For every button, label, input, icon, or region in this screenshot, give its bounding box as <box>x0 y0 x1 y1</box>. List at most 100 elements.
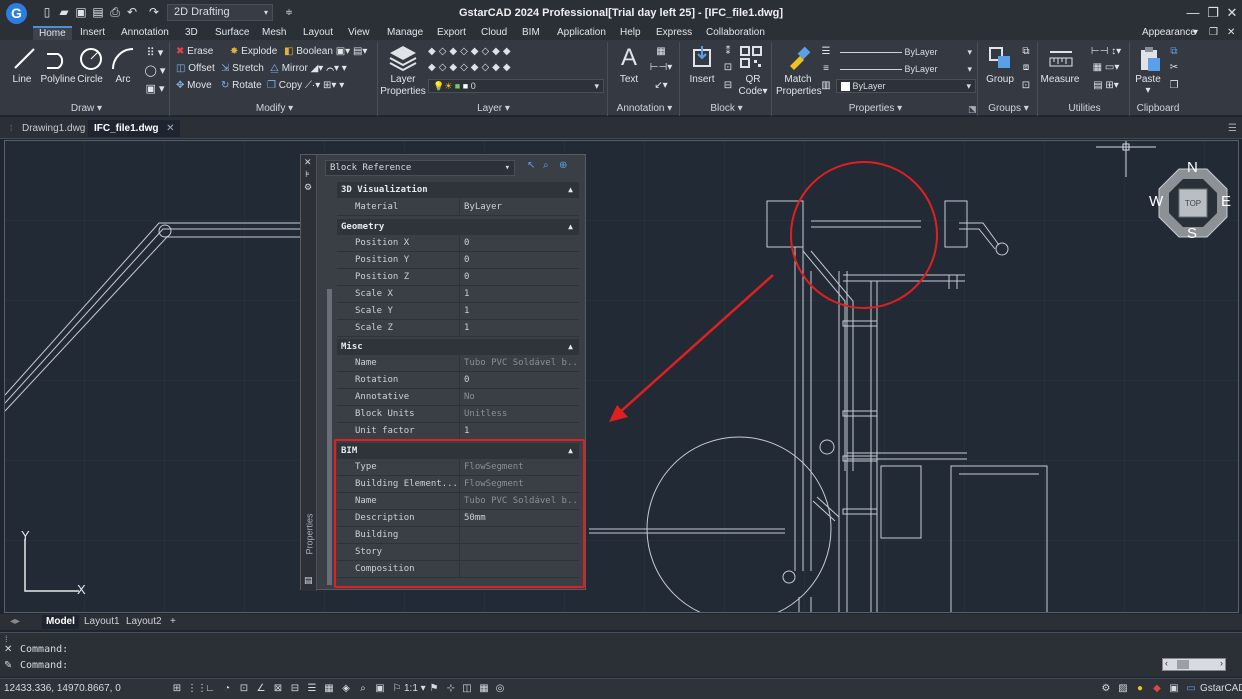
arc-button[interactable]: Arc <box>108 74 138 85</box>
settings-icon[interactable]: ⚙ <box>304 182 312 193</box>
drawing-canvas[interactable]: N S E W TOP Y X <box>4 140 1239 613</box>
match-properties-button[interactable]: Match Properties <box>776 74 822 98</box>
customize-icon[interactable]: ≑ <box>282 6 296 19</box>
prop-row-unit-factor[interactable]: Unit factor 1 <box>337 423 579 440</box>
block-panel-label[interactable]: Block ▾ <box>682 103 771 114</box>
customize-status-icon[interactable]: ▣ <box>1168 683 1180 695</box>
tab-cloud[interactable]: Cloud <box>481 26 507 40</box>
layer-panel-label[interactable]: Layer ▾ <box>380 103 607 114</box>
model-space-icon[interactable]: ▣ <box>374 683 386 695</box>
prop-row-scale-y[interactable]: Scale Y 1 <box>337 303 579 320</box>
osnap-icon[interactable]: ⊡ <box>238 683 250 695</box>
properties-panel-label[interactable]: Properties ▾ <box>774 103 977 114</box>
workspace-icon[interactable]: ⊹ <box>445 683 457 695</box>
zoom-icon[interactable]: ⌕ <box>357 683 369 695</box>
app-status-icon[interactable]: ▭ <box>1185 683 1197 695</box>
chevron-left-icon[interactable]: ‹ <box>1165 658 1168 668</box>
explode-button[interactable]: ✸ Explode <box>230 46 277 57</box>
print-icon[interactable]: ⎙ <box>108 6 122 19</box>
utilities-row-3[interactable]: ▤ ⊞▾ <box>1086 80 1126 91</box>
hatch-icon[interactable]: ⠿ ▾ <box>142 46 168 59</box>
chevron-right-icon[interactable]: › <box>1220 658 1223 668</box>
tab-view[interactable]: View <box>348 26 370 40</box>
chevron-down-icon[interactable]: ▾ <box>1193 26 1198 40</box>
table-icon[interactable]: ▦ <box>648 46 674 57</box>
tab-application[interactable]: Application <box>557 26 606 40</box>
workspace-dropdown[interactable]: 2D Drafting ▾ <box>167 4 273 21</box>
stretch-button[interactable]: ⇲ Stretch <box>221 63 264 74</box>
insert-button[interactable]: Insert <box>686 74 718 85</box>
cut-icon[interactable]: ✂ <box>1166 62 1182 73</box>
command-scrollbar[interactable]: ‹ › <box>1162 658 1226 671</box>
quick-select-icon[interactable]: ⌕ <box>543 160 549 171</box>
tab-surface[interactable]: Surface <box>215 26 249 40</box>
view-cube[interactable]: N S E W TOP <box>1149 159 1231 242</box>
tab-export[interactable]: Export <box>437 26 466 40</box>
text-button[interactable]: Text <box>616 74 642 85</box>
annotation-autoscale-icon[interactable]: ⚑ <box>428 683 440 695</box>
palette-scrollbar[interactable] <box>327 289 332 585</box>
cmd-close-icon[interactable]: ✕ <box>4 644 12 655</box>
rectangle-icon[interactable]: ▣ ▾ <box>142 82 168 95</box>
open-icon[interactable]: ▰ <box>57 6 71 19</box>
close-button[interactable]: ✕ <box>1222 4 1242 22</box>
restore-button[interactable]: ❐ <box>1203 4 1223 22</box>
layer-properties-button[interactable]: Layer Properties <box>380 74 426 98</box>
selection-cycle-icon[interactable]: ◈ <box>340 683 352 695</box>
boolean-button[interactable]: ◧ Boolean ▣▾ ▤▾ <box>284 46 367 57</box>
tab-layout1[interactable]: Layout1 <box>80 615 124 629</box>
notification-icon[interactable]: ◆ <box>1151 683 1163 695</box>
prop-row-name[interactable]: Name Tubo PVC Soldável b... <box>337 355 579 372</box>
lightbulb-icon[interactable]: ● <box>1134 683 1146 695</box>
paste-button[interactable]: Paste ▾ <box>1132 74 1164 96</box>
tab-mesh[interactable]: Mesh <box>262 26 286 40</box>
otrack-icon[interactable]: ∠ <box>255 683 267 695</box>
copy-clip-icon[interactable]: ⧉ <box>1166 46 1182 57</box>
tab-model[interactable]: Model <box>42 615 79 629</box>
color-dropdown[interactable]: ByLayer ▾ <box>836 79 976 93</box>
transparency-icon[interactable]: ▦ <box>323 683 335 695</box>
move-button[interactable]: ✥ Move <box>176 80 212 91</box>
tab-manage[interactable]: Manage <box>387 26 423 40</box>
scroll-thumb[interactable] <box>1177 660 1189 669</box>
lineweight-dropdown[interactable]: ByLayer ▾ <box>836 46 976 60</box>
leader-icon[interactable]: ↙▾ <box>646 80 676 91</box>
layer-dropdown[interactable]: 💡☀ ■ ■ 0 ▾ <box>428 79 604 93</box>
close-tab-icon[interactable]: ✕ <box>166 120 174 137</box>
utilities-row-1[interactable]: ⊢⊣ ↕▾ <box>1086 46 1126 57</box>
tabs-menu-icon[interactable]: ☰ <box>1222 120 1242 137</box>
appearance-menu[interactable]: Appearance <box>1142 26 1196 40</box>
prop-row-scale-z[interactable]: Scale Z 1 <box>337 320 579 337</box>
prop-row-position-x[interactable]: Position X 0 <box>337 235 579 252</box>
palette-menu-icon[interactable]: ▤ <box>304 575 313 586</box>
tab-help[interactable]: Help <box>620 26 641 40</box>
pickadd-icon[interactable]: ⊕ <box>559 160 567 171</box>
ellipse-icon[interactable]: ◯ ▾ <box>142 64 168 77</box>
prop-row-scale-x[interactable]: Scale X 1 <box>337 286 579 303</box>
group-select-icon[interactable]: ⊡ <box>1018 80 1034 91</box>
prop-row-annotative[interactable]: Annotative No <box>337 389 579 406</box>
new-icon[interactable]: ▯ <box>40 6 54 19</box>
table-toggle-icon[interactable]: ▦ <box>478 683 490 695</box>
section-geometry[interactable]: Geometry ▲ <box>337 219 579 235</box>
app-logo-icon[interactable]: G <box>6 3 27 24</box>
layer-tools-row-2[interactable]: ◆◇◆◇◆◇◆◆ <box>428 62 514 73</box>
view-top-face[interactable]: TOP <box>1181 199 1205 208</box>
saveas-icon[interactable]: ▤ <box>91 6 105 19</box>
prop-row-position-z[interactable]: Position Z 0 <box>337 269 579 286</box>
properties-launcher-icon[interactable]: ⬔ <box>968 104 977 115</box>
groups-panel-label[interactable]: Groups ▾ <box>980 103 1037 114</box>
snap-icon[interactable]: ⋮⋮ <box>187 683 207 695</box>
line-button[interactable]: Line <box>6 74 38 85</box>
polar-icon[interactable]: ◔ <box>221 683 233 695</box>
tab-ifc-file1[interactable]: IFC_file1.dwg ✕ <box>88 120 181 137</box>
offset-button[interactable]: ◫ Offset <box>176 63 215 74</box>
lineweight-toggle-icon[interactable]: ☰ <box>306 683 318 695</box>
draw-panel-label[interactable]: Draw ▾ <box>4 103 169 114</box>
tab-layout2[interactable]: Layout2 <box>122 615 166 629</box>
copy-base-icon[interactable]: ❐ <box>1166 80 1182 91</box>
section-misc[interactable]: Misc ▲ <box>337 339 579 355</box>
add-layout-button[interactable]: + <box>166 615 180 629</box>
tab-insert[interactable]: Insert <box>80 26 105 40</box>
copy-button[interactable]: ❐ Copy ⟋·▾ ⊞▾ ▾ <box>267 80 344 91</box>
